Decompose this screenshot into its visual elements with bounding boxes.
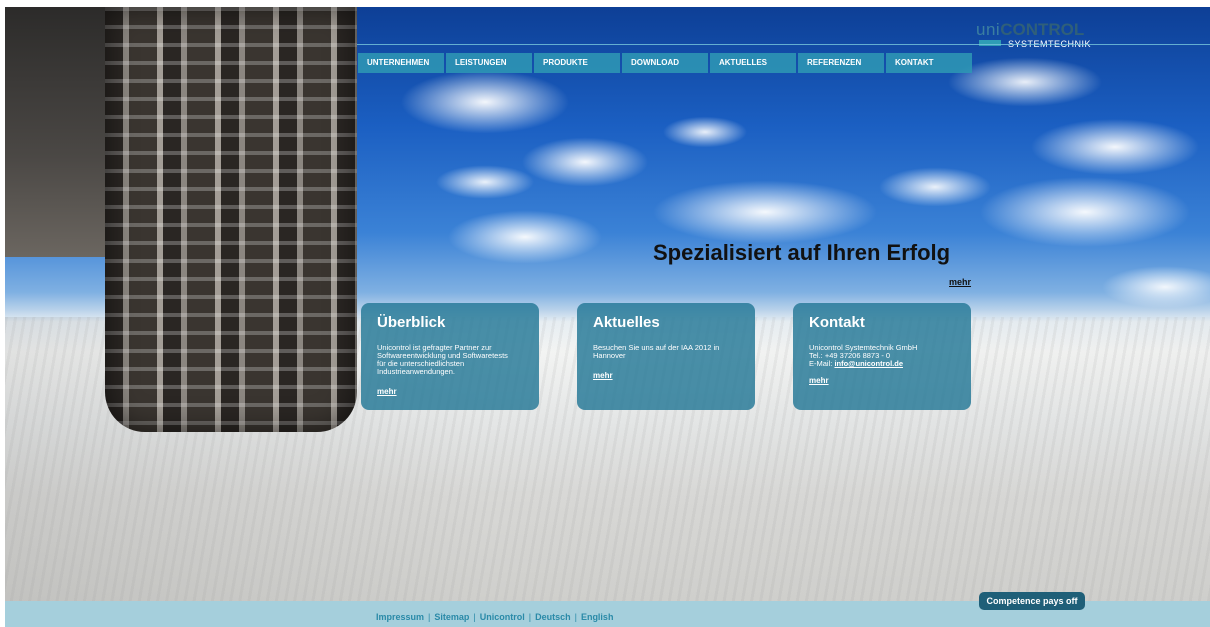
contact-more-link[interactable]: mehr [809,376,829,385]
logo-uni-text: uni [976,20,1001,39]
footer-link-impressum[interactable]: Impressum [376,612,424,622]
news-title: Aktuelles [593,314,660,331]
tire-image [105,7,357,432]
footer-link-sitemap[interactable]: Sitemap [434,612,469,622]
footer-link-english[interactable]: English [581,612,614,622]
nav-item-aktuelles[interactable]: AKTUELLES [710,53,796,73]
left-border [0,0,5,627]
nav-item-unternehmen[interactable]: UNTERNEHMEN [358,53,444,73]
nav-item-leistungen[interactable]: LEISTUNGEN [446,53,532,73]
footer-separator: | [528,612,532,622]
nav-divider [357,44,1210,45]
top-border [0,0,1210,7]
competence-badge: Competence pays off [979,592,1085,610]
contact-box: Kontakt Unicontrol Systemtechnik GmbH Te… [793,303,971,410]
company-logo[interactable]: uniCONTROL SYSTEMTECHNIK [976,20,1091,50]
footer-separator: | [574,612,577,622]
main-navigation: UNTERNEHMEN LEISTUNGEN PRODUKTE DOWNLOAD… [358,53,974,73]
overview-title: Überblick [377,314,446,331]
contact-email-link[interactable]: info@unicontrol.de [834,359,903,368]
footer-separator: | [428,612,431,622]
nav-item-kontakt[interactable]: KONTAKT [886,53,972,73]
footer-link-unicontrol[interactable]: Unicontrol [480,612,525,622]
news-box: Aktuelles Besuchen Sie uns auf der IAA 2… [577,303,755,410]
contact-email-line: E-Mail: info@unicontrol.de [809,360,955,368]
contact-email-label: E-Mail: [809,359,833,368]
hero-headline: Spezialisiert auf Ihren Erfolg [653,240,951,265]
contact-title: Kontakt [809,314,865,331]
footer-links: Impressum | Sitemap | Unicontrol | Deutsch | Eng… [376,612,613,622]
overview-more-link[interactable]: mehr [377,387,397,396]
footer-separator: | [473,612,476,622]
nav-item-download[interactable]: DOWNLOAD [622,53,708,73]
logo-control-text: CONTROL [1000,20,1085,39]
overview-text: Unicontrol ist gefragter Partner zur Sof… [377,343,508,376]
vehicle-axle-image [5,7,115,257]
nav-item-produkte[interactable]: PRODUKTE [534,53,620,73]
nav-item-referenzen[interactable]: REFERENZEN [798,53,884,73]
overview-box: Überblick Unicontrol ist gefragter Partn… [361,303,539,410]
logo-mark-icon [979,40,1001,46]
hero-more-link[interactable]: mehr [949,277,971,287]
news-text: Besuchen Sie uns auf der IAA 2012 in Han… [593,343,720,360]
news-more-link[interactable]: mehr [593,371,613,380]
footer-link-deutsch[interactable]: Deutsch [535,612,571,622]
